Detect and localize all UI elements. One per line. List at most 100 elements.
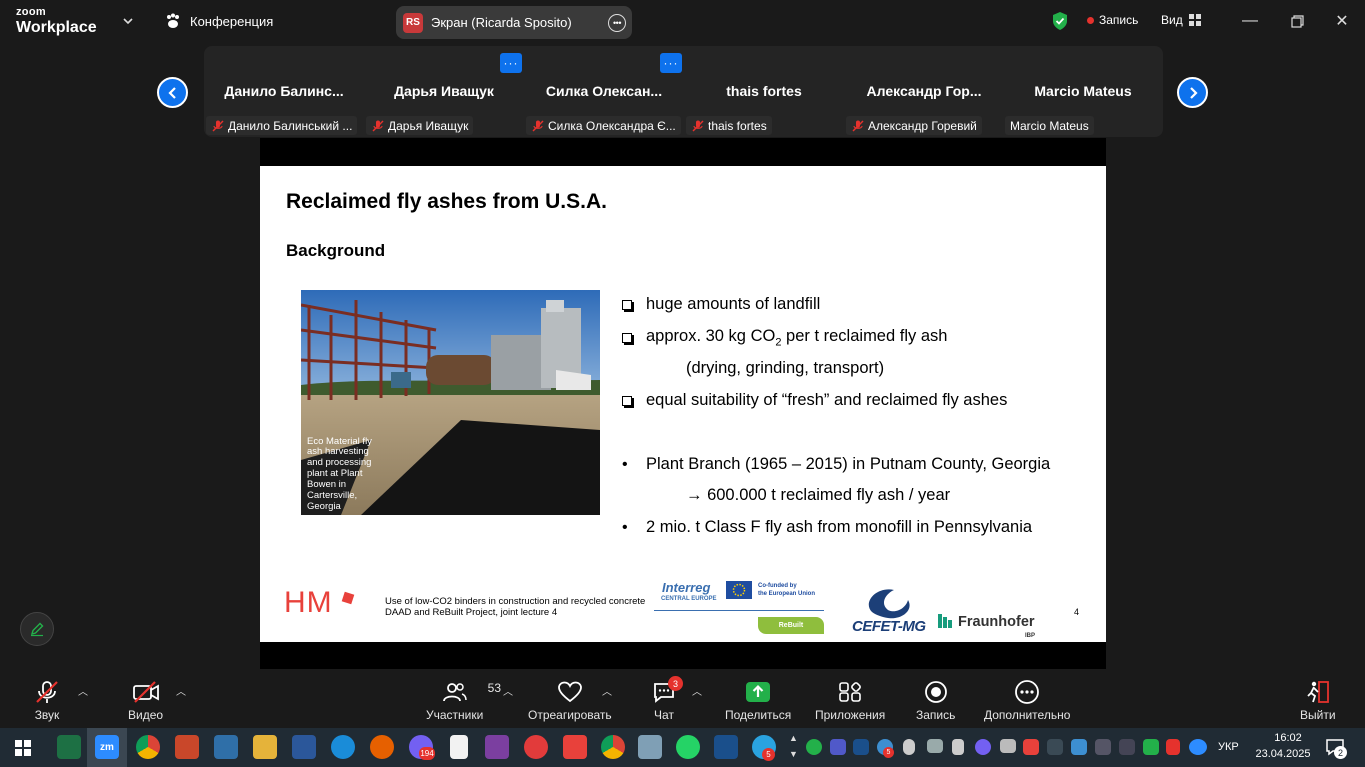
annotate-button[interactable] <box>20 612 54 646</box>
save-disk-icon[interactable] <box>485 735 509 759</box>
powerpoint-icon[interactable] <box>175 735 199 759</box>
teams-icon[interactable] <box>830 739 846 755</box>
slide-bullet: • Plant Branch (1965 – 2015) in Putnam C… <box>622 455 1050 474</box>
screen-share-pill[interactable]: RS Экран (Ricarda Sposito) ••• <box>396 6 632 39</box>
more-button[interactable]: Дополнительно <box>984 676 1070 722</box>
tray-zoom-icon[interactable] <box>1189 739 1207 755</box>
app-s-icon[interactable] <box>214 735 238 759</box>
leave-label: Выйти <box>1300 708 1336 722</box>
shield-icon[interactable] <box>1051 11 1069 31</box>
minimize-icon[interactable]: — <box>1238 10 1262 32</box>
tray-check-icon[interactable] <box>806 739 822 755</box>
chevron-down-icon[interactable] <box>122 15 134 27</box>
clock-date[interactable]: 23.04.2025 <box>1253 748 1313 760</box>
word-icon[interactable] <box>292 735 316 759</box>
participants-options-caret[interactable]: ︿ <box>503 683 513 698</box>
firefox-icon[interactable] <box>370 735 394 759</box>
restore-icon[interactable] <box>1285 10 1309 32</box>
share-screen-icon <box>746 682 771 702</box>
mic-muted-icon <box>532 119 544 132</box>
audio-options-caret[interactable]: ︿ <box>78 683 88 698</box>
conference-button[interactable]: Конференция <box>164 12 273 30</box>
chat-options-caret[interactable]: ︿ <box>692 683 702 698</box>
view-button[interactable]: Вид <box>1161 13 1201 27</box>
bullet-text: 2 mio. t Class F fly ash from monofill i… <box>646 518 1033 536</box>
participant-tile[interactable]: Дарья Иващук Дарья Иващук ··· <box>364 46 524 137</box>
tray-blue-icon[interactable] <box>1071 739 1087 755</box>
bullet-text: huge amounts of landfill <box>646 295 821 313</box>
leave-button[interactable]: Выйти <box>1300 676 1336 722</box>
more-options-icon[interactable]: ••• <box>608 14 626 32</box>
fraunhofer-mark-icon <box>938 614 952 628</box>
windows-start-icon[interactable] <box>15 740 31 756</box>
cefet-mg-logo: CEFET-MG <box>852 618 926 635</box>
react-button[interactable]: Отреагировать <box>528 676 612 722</box>
participant-name: Александр Гор... <box>866 83 982 99</box>
checkbox-bullet-icon <box>622 300 632 310</box>
bullet-text: Plant Branch (1965 – 2015) in Putnam Cou… <box>646 455 1051 473</box>
notepad-icon[interactable] <box>450 735 468 759</box>
participant-label: thais fortes <box>686 116 772 135</box>
file-explorer-icon[interactable] <box>253 735 277 759</box>
tray-speaker-muted-icon[interactable] <box>1166 739 1180 755</box>
tray-s-icon[interactable] <box>1023 739 1039 755</box>
participant-tile[interactable]: Силка Олексан... Силка Олександра Є... ·… <box>524 46 684 137</box>
zoom-app-icon[interactable]: zm <box>95 735 119 759</box>
view-label: Вид <box>1161 13 1183 27</box>
clock-time[interactable]: 16:02 <box>1263 732 1313 744</box>
tray-camera-icon[interactable] <box>1095 739 1111 755</box>
app-s-red-icon[interactable] <box>563 735 587 759</box>
whatsapp-icon[interactable] <box>676 735 700 759</box>
record-button[interactable]: Запись <box>916 676 955 722</box>
recording-label: Запись <box>1099 13 1139 27</box>
apps-icon <box>839 682 862 702</box>
wifi-icon[interactable] <box>1047 739 1063 755</box>
photos-icon[interactable] <box>638 735 662 759</box>
participant-tile[interactable]: Marcio Mateus Marcio Mateus <box>1003 46 1163 137</box>
record-label: Запись <box>916 708 956 722</box>
participant-tile[interactable]: Данило Балинс... Данило Балинський ... <box>204 46 364 137</box>
chrome-icon[interactable] <box>136 735 160 759</box>
interreg-text: Interreg <box>662 580 711 595</box>
footer-line2: DAAD and ReBuilt Project, joint lecture … <box>385 607 558 619</box>
participants-count: 53 <box>487 681 502 695</box>
tray-usb-icon[interactable] <box>952 739 964 755</box>
record-dot-icon <box>1087 16 1094 24</box>
bullet-text-part: per t reclaimed fly ash <box>781 327 948 345</box>
tray-mic-icon[interactable] <box>903 739 915 755</box>
video-options-caret[interactable]: ︿ <box>176 683 186 698</box>
app-red-icon[interactable] <box>524 735 548 759</box>
tray-monitor-icon[interactable] <box>927 739 943 753</box>
webex-icon[interactable] <box>714 735 738 759</box>
excel-icon[interactable] <box>57 735 81 759</box>
video-button[interactable]: Видео <box>128 676 163 722</box>
tray-webex-icon[interactable] <box>853 739 869 755</box>
close-icon[interactable]: ✕ <box>1330 10 1354 32</box>
tray-device-icon[interactable] <box>1000 739 1016 753</box>
share-button[interactable]: Поделиться <box>725 676 791 722</box>
presentation-slide: Reclaimed fly ashes from U.S.A. Backgrou… <box>260 166 1106 642</box>
next-page-button[interactable] <box>1177 77 1208 108</box>
chat-button[interactable]: 3 Чат <box>651 676 683 722</box>
participant-tile[interactable]: Александр Гор... Александр Горевий <box>844 46 1004 137</box>
chrome-profile-icon[interactable] <box>601 735 625 759</box>
brand-line1: zoom <box>16 6 46 18</box>
windows-taskbar: zm 194 5 ▲ ▼ 5 УКР 16:02 23.04.2025 2 <box>0 728 1365 767</box>
apps-button[interactable]: Приложения <box>815 676 885 722</box>
volume-icon[interactable] <box>1119 739 1135 755</box>
taskbar-scroll[interactable]: ▲ ▼ <box>789 730 798 762</box>
participants-button[interactable]: 53 Участники <box>426 676 501 722</box>
tray-viber-icon[interactable] <box>975 739 991 755</box>
slide-footer-text: Use of low-CO2 binders in construction a… <box>385 596 645 619</box>
prev-page-button[interactable] <box>157 77 188 108</box>
tile-more-button[interactable]: ··· <box>500 53 522 73</box>
tray-shield-icon[interactable] <box>1143 739 1159 755</box>
audio-button[interactable]: Звук <box>34 676 60 722</box>
mic-muted-icon <box>372 119 384 132</box>
recording-indicator[interactable]: Запись <box>1087 13 1138 27</box>
edge-icon[interactable] <box>331 735 355 759</box>
react-options-caret[interactable]: ︿ <box>602 683 612 698</box>
keyboard-language[interactable]: УКР <box>1218 741 1239 753</box>
tile-more-button[interactable]: ··· <box>660 53 682 73</box>
participant-tile[interactable]: thais fortes thais fortes <box>684 46 844 137</box>
